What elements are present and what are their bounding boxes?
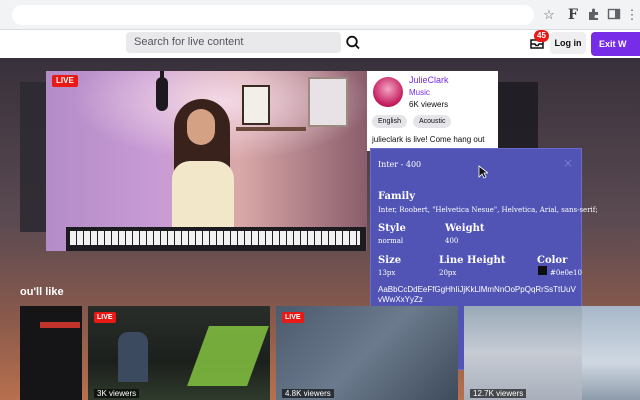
category-link[interactable]: Music xyxy=(409,88,430,97)
wall-sign xyxy=(242,85,270,125)
tag-english[interactable]: English xyxy=(372,115,407,128)
viewer-count: 6K viewers xyxy=(409,100,449,109)
style-value: normal xyxy=(378,237,404,245)
address-bar[interactable] xyxy=(12,5,534,25)
recommended-card[interactable]: 12.7K viewers xyxy=(464,306,582,400)
keyboard-keys xyxy=(70,231,360,245)
wall-frame xyxy=(308,77,348,127)
line-height-label: Line Height xyxy=(439,255,506,266)
thumb-graphic xyxy=(40,322,80,328)
color-value: #0e0e10 xyxy=(550,269,582,277)
family-label: Family xyxy=(378,191,416,202)
search-input[interactable]: Search for live content xyxy=(126,32,341,53)
stream-title: julieclark is live! Come hang out xyxy=(372,135,485,144)
line-height-value: 20px xyxy=(439,269,457,277)
notification-badge: 45 xyxy=(534,30,549,42)
menu-icon[interactable]: ⋮ xyxy=(624,7,640,23)
recommended-card[interactable]: LIVE 4.8K viewers xyxy=(276,306,458,400)
browser-toolbar: ☆ F ⋮ xyxy=(0,0,640,30)
live-badge: LIVE xyxy=(52,75,78,87)
exit-button[interactable]: Exit W xyxy=(591,32,640,56)
recommended-card[interactable] xyxy=(582,306,640,400)
avatar[interactable] xyxy=(373,77,403,107)
search-button[interactable] xyxy=(343,32,363,53)
featured-video[interactable]: LIVE xyxy=(46,71,367,251)
font-sample-text: AaBbCcDdEeFfGgHhIiJjKkLlMmNnOoPpQqRrSsTt… xyxy=(378,285,576,304)
family-value: Inter, Roobert, "Helvetica Nesue", Helve… xyxy=(378,206,598,214)
weight-label: Weight xyxy=(445,223,485,234)
recommended-card[interactable] xyxy=(20,306,82,400)
inspector-heading: Inter - 400 xyxy=(378,160,422,169)
viewer-count: 12.7K viewers xyxy=(470,389,527,398)
page: Search for live content 45 Log in Exit W xyxy=(0,30,640,400)
close-icon[interactable]: × xyxy=(563,156,573,170)
tag-acoustic[interactable]: Acoustic xyxy=(413,115,452,128)
stream-info-card[interactable]: JulieClark Music 6K viewers English Acou… xyxy=(367,71,498,151)
thumb-person xyxy=(118,332,148,382)
search-icon xyxy=(346,35,360,50)
viewer-count: 3K viewers xyxy=(94,389,140,398)
wall-shelf xyxy=(236,127,306,131)
channel-name[interactable]: JulieClark xyxy=(409,75,449,85)
section-heading: ou'll like xyxy=(20,286,64,298)
sidebar-icon[interactable] xyxy=(606,7,622,23)
mouse-cursor-icon xyxy=(478,165,490,182)
login-button[interactable]: Log in xyxy=(550,32,586,54)
extension-f-icon[interactable]: F xyxy=(565,7,581,23)
color-swatch xyxy=(538,266,547,275)
site-header: Search for live content 45 Log in Exit W xyxy=(0,30,640,58)
thumb-graphic xyxy=(187,326,269,386)
weight-value: 400 xyxy=(445,237,459,245)
streamer-face xyxy=(187,109,215,145)
star-icon[interactable]: ☆ xyxy=(541,7,557,23)
color-label: Color xyxy=(537,255,568,266)
live-badge: LIVE xyxy=(282,312,304,323)
microphone xyxy=(156,77,168,111)
puzzle-icon[interactable] xyxy=(586,7,602,23)
size-label: Size xyxy=(378,255,402,266)
style-label: Style xyxy=(378,223,406,234)
viewer-count: 4.8K viewers xyxy=(282,389,334,398)
recommended-card[interactable]: LIVE 3K viewers xyxy=(88,306,270,400)
live-badge: LIVE xyxy=(94,312,116,323)
size-value: 13px xyxy=(378,269,396,277)
